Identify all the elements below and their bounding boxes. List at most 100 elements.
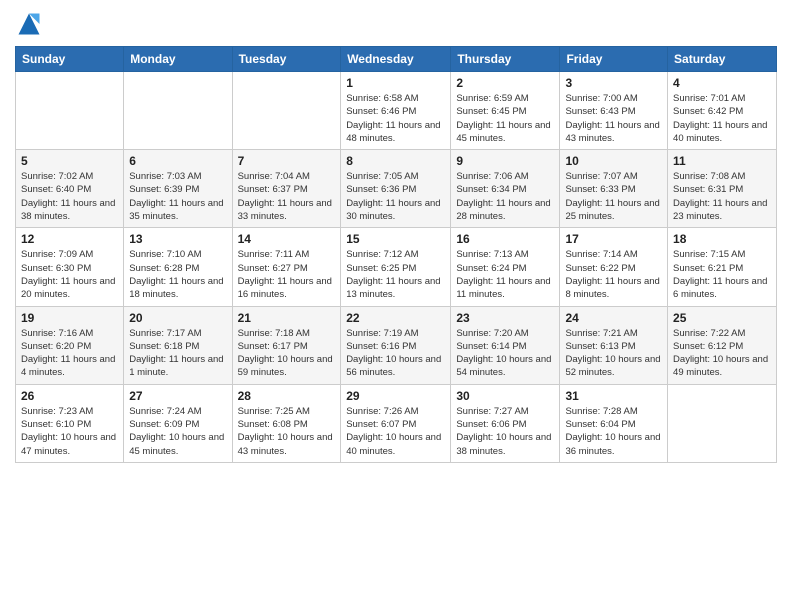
day-header-friday: Friday [560, 47, 668, 72]
day-info: Sunrise: 7:17 AM Sunset: 6:18 PM Dayligh… [129, 327, 226, 380]
day-cell: 19 Sunrise: 7:16 AM Sunset: 6:20 PM Dayli… [16, 306, 124, 384]
day-info: Sunrise: 7:01 AM Sunset: 6:42 PM Dayligh… [673, 92, 771, 145]
day-cell: 23 Sunrise: 7:20 AM Sunset: 6:14 PM Dayli… [451, 306, 560, 384]
day-info: Sunrise: 7:06 AM Sunset: 6:34 PM Dayligh… [456, 170, 554, 223]
day-info: Sunrise: 7:11 AM Sunset: 6:27 PM Dayligh… [238, 248, 336, 301]
header [15, 10, 777, 38]
day-header-saturday: Saturday [668, 47, 777, 72]
day-cell: 1 Sunrise: 6:58 AM Sunset: 6:46 PM Daylig… [341, 72, 451, 150]
day-cell: 6 Sunrise: 7:03 AM Sunset: 6:39 PM Daylig… [124, 150, 232, 228]
day-number: 5 [21, 154, 118, 168]
day-cell: 16 Sunrise: 7:13 AM Sunset: 6:24 PM Dayli… [451, 228, 560, 306]
day-info: Sunrise: 7:03 AM Sunset: 6:39 PM Dayligh… [129, 170, 226, 223]
day-number: 18 [673, 232, 771, 246]
week-row-5: 26 Sunrise: 7:23 AM Sunset: 6:10 PM Dayli… [16, 384, 777, 462]
day-number: 1 [346, 76, 445, 90]
day-info: Sunrise: 7:16 AM Sunset: 6:20 PM Dayligh… [21, 327, 118, 380]
day-number: 20 [129, 311, 226, 325]
day-info: Sunrise: 7:24 AM Sunset: 6:09 PM Dayligh… [129, 405, 226, 458]
day-number: 19 [21, 311, 118, 325]
day-cell [124, 72, 232, 150]
day-number: 15 [346, 232, 445, 246]
day-info: Sunrise: 6:59 AM Sunset: 6:45 PM Dayligh… [456, 92, 554, 145]
day-number: 11 [673, 154, 771, 168]
day-cell: 30 Sunrise: 7:27 AM Sunset: 6:06 PM Dayli… [451, 384, 560, 462]
day-cell: 14 Sunrise: 7:11 AM Sunset: 6:27 PM Dayli… [232, 228, 341, 306]
day-info: Sunrise: 7:10 AM Sunset: 6:28 PM Dayligh… [129, 248, 226, 301]
day-info: Sunrise: 7:18 AM Sunset: 6:17 PM Dayligh… [238, 327, 336, 380]
day-number: 7 [238, 154, 336, 168]
day-info: Sunrise: 7:22 AM Sunset: 6:12 PM Dayligh… [673, 327, 771, 380]
day-number: 25 [673, 311, 771, 325]
day-number: 13 [129, 232, 226, 246]
day-number: 29 [346, 389, 445, 403]
day-number: 30 [456, 389, 554, 403]
day-cell: 4 Sunrise: 7:01 AM Sunset: 6:42 PM Daylig… [668, 72, 777, 150]
day-number: 16 [456, 232, 554, 246]
day-number: 28 [238, 389, 336, 403]
day-header-monday: Monday [124, 47, 232, 72]
day-cell: 9 Sunrise: 7:06 AM Sunset: 6:34 PM Daylig… [451, 150, 560, 228]
day-number: 17 [565, 232, 662, 246]
day-info: Sunrise: 7:27 AM Sunset: 6:06 PM Dayligh… [456, 405, 554, 458]
day-cell: 8 Sunrise: 7:05 AM Sunset: 6:36 PM Daylig… [341, 150, 451, 228]
day-cell: 17 Sunrise: 7:14 AM Sunset: 6:22 PM Dayli… [560, 228, 668, 306]
day-cell: 24 Sunrise: 7:21 AM Sunset: 6:13 PM Dayli… [560, 306, 668, 384]
day-info: Sunrise: 7:13 AM Sunset: 6:24 PM Dayligh… [456, 248, 554, 301]
day-number: 26 [21, 389, 118, 403]
day-number: 12 [21, 232, 118, 246]
day-info: Sunrise: 7:04 AM Sunset: 6:37 PM Dayligh… [238, 170, 336, 223]
day-number: 31 [565, 389, 662, 403]
week-row-2: 5 Sunrise: 7:02 AM Sunset: 6:40 PM Daylig… [16, 150, 777, 228]
day-number: 14 [238, 232, 336, 246]
day-info: Sunrise: 7:07 AM Sunset: 6:33 PM Dayligh… [565, 170, 662, 223]
day-cell [16, 72, 124, 150]
day-number: 27 [129, 389, 226, 403]
day-number: 4 [673, 76, 771, 90]
day-info: Sunrise: 7:15 AM Sunset: 6:21 PM Dayligh… [673, 248, 771, 301]
logo-icon [15, 10, 43, 38]
day-number: 22 [346, 311, 445, 325]
day-cell: 27 Sunrise: 7:24 AM Sunset: 6:09 PM Dayli… [124, 384, 232, 462]
day-info: Sunrise: 6:58 AM Sunset: 6:46 PM Dayligh… [346, 92, 445, 145]
day-number: 3 [565, 76, 662, 90]
day-number: 8 [346, 154, 445, 168]
day-number: 9 [456, 154, 554, 168]
day-cell: 20 Sunrise: 7:17 AM Sunset: 6:18 PM Dayli… [124, 306, 232, 384]
week-row-4: 19 Sunrise: 7:16 AM Sunset: 6:20 PM Dayli… [16, 306, 777, 384]
day-cell: 25 Sunrise: 7:22 AM Sunset: 6:12 PM Dayli… [668, 306, 777, 384]
day-header-tuesday: Tuesday [232, 47, 341, 72]
day-number: 6 [129, 154, 226, 168]
day-info: Sunrise: 7:02 AM Sunset: 6:40 PM Dayligh… [21, 170, 118, 223]
day-info: Sunrise: 7:08 AM Sunset: 6:31 PM Dayligh… [673, 170, 771, 223]
day-info: Sunrise: 7:20 AM Sunset: 6:14 PM Dayligh… [456, 327, 554, 380]
day-cell: 29Sunrise: 7:26 AM Sunset: 6:07 PM Dayli… [341, 384, 451, 462]
day-info: Sunrise: 7:05 AM Sunset: 6:36 PM Dayligh… [346, 170, 445, 223]
day-info: Sunrise: 7:12 AM Sunset: 6:25 PM Dayligh… [346, 248, 445, 301]
day-number: 2 [456, 76, 554, 90]
day-info: Sunrise: 7:14 AM Sunset: 6:22 PM Dayligh… [565, 248, 662, 301]
day-header-wednesday: Wednesday [341, 47, 451, 72]
day-cell: 18 Sunrise: 7:15 AM Sunset: 6:21 PM Dayli… [668, 228, 777, 306]
day-info: Sunrise: 7:23 AM Sunset: 6:10 PM Dayligh… [21, 405, 118, 458]
day-cell: 31 Sunrise: 7:28 AM Sunset: 6:04 PM Dayli… [560, 384, 668, 462]
day-cell: 28 Sunrise: 7:25 AM Sunset: 6:08 PM Dayli… [232, 384, 341, 462]
week-row-3: 12 Sunrise: 7:09 AM Sunset: 6:30 PM Dayli… [16, 228, 777, 306]
day-number: 10 [565, 154, 662, 168]
day-number: 23 [456, 311, 554, 325]
day-cell: 3Sunrise: 7:00 AM Sunset: 6:43 PM Daylig… [560, 72, 668, 150]
day-info: Sunrise: 7:09 AM Sunset: 6:30 PM Dayligh… [21, 248, 118, 301]
day-info: Sunrise: 7:25 AM Sunset: 6:08 PM Dayligh… [238, 405, 336, 458]
day-cell [232, 72, 341, 150]
calendar-header-row: SundayMondayTuesdayWednesdayThursdayFrid… [16, 47, 777, 72]
day-number: 24 [565, 311, 662, 325]
calendar: SundayMondayTuesdayWednesdayThursdayFrid… [15, 46, 777, 463]
day-cell: 13 Sunrise: 7:10 AM Sunset: 6:28 PM Dayli… [124, 228, 232, 306]
day-cell: 5 Sunrise: 7:02 AM Sunset: 6:40 PM Daylig… [16, 150, 124, 228]
day-info: Sunrise: 7:28 AM Sunset: 6:04 PM Dayligh… [565, 405, 662, 458]
page: SundayMondayTuesdayWednesdayThursdayFrid… [0, 0, 792, 612]
day-cell: 2 Sunrise: 6:59 AM Sunset: 6:45 PM Daylig… [451, 72, 560, 150]
day-cell: 21Sunrise: 7:18 AM Sunset: 6:17 PM Dayli… [232, 306, 341, 384]
day-cell: 22Sunrise: 7:19 AM Sunset: 6:16 PM Dayli… [341, 306, 451, 384]
day-info: Sunrise: 7:21 AM Sunset: 6:13 PM Dayligh… [565, 327, 662, 380]
